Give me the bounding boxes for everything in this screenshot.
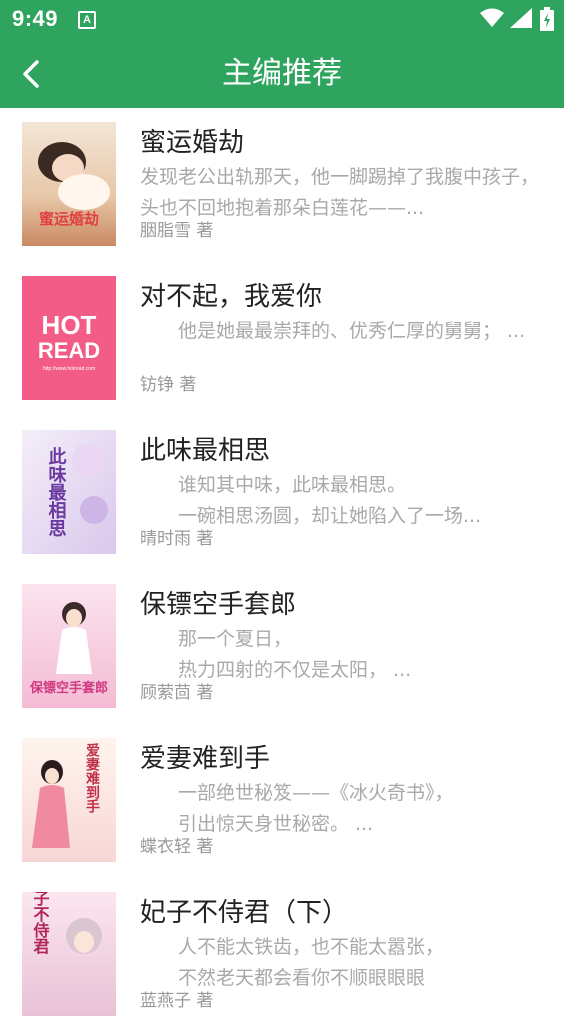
book-item[interactable]: 爱妻难到手 爱妻难到手 一部绝世秘笈——《冰火奇书》， 引出惊天身世秘密。 ..… (0, 724, 564, 878)
cover-title-text: 爱妻难到手 (84, 743, 101, 814)
status-time: 9:49 (12, 6, 59, 31)
book-cover: 保镖空手套郎 (22, 584, 116, 708)
book-cover: 蜜运婚劫 (22, 122, 116, 246)
cover-title-text: 妃子不侍君 (31, 892, 51, 955)
status-bar: 9:49 A (0, 0, 564, 40)
cover-title-text: 此味最相思 (46, 446, 67, 537)
book-author: 蓝燕子 著 (140, 991, 214, 1011)
book-item[interactable]: 蜜运婚劫 蜜运婚劫 发现老公出轨那天，他一脚踢掉了我腹中孩子，头也不回地抱着那朵… (0, 108, 564, 262)
book-author: 钫铮 著 (140, 375, 197, 395)
book-item[interactable]: HOT READ http://www.hotread.com 对不起，我爱你 … (0, 262, 564, 416)
cover-url-text: http://www.hotread.com (43, 366, 95, 372)
cover-title-text: 蜜运婚劫 (39, 210, 99, 228)
book-title: 妃子不侍君（下） (140, 898, 349, 928)
book-cover: 爱妻难到手 (22, 738, 116, 862)
book-author: 晴时雨 著 (140, 529, 214, 549)
book-item[interactable]: 保镖空手套郎 保镖空手套郎 那一个夏日， 热力四射的不仅是太阳， ... 顾萦茴… (0, 570, 564, 724)
book-author: 顾萦茴 著 (140, 683, 214, 703)
book-description: 他是她最最崇拜的、优秀仁厚的舅舅； ... (140, 320, 526, 342)
notification-a-icon: A (78, 11, 96, 29)
page-title: 主编推荐 (222, 56, 342, 91)
book-item[interactable]: 此味最相思 此味最相思 谁知其中味，此味最相思。 一碗相思汤圆，却让她陷入了一场… (0, 416, 564, 570)
book-title: 此味最相思 (140, 436, 271, 466)
book-description: 谁知其中味，此味最相思。 一碗相思汤圆，却让她陷入了一场... (178, 474, 482, 527)
cover-hot-text: HOT (42, 310, 97, 340)
wifi-icon (480, 8, 504, 32)
book-description: 人不能太铁齿，也不能太嚣张， 不然老天都会看你不顺眼眼眼 (178, 936, 445, 989)
signal-icon (510, 8, 532, 32)
book-author: 胭脂雪 著 (140, 221, 214, 241)
book-description: 发现老公出轨那天，他一脚踢掉了我腹中孩子，头也不回地抱着那朵白莲花——... (140, 166, 540, 219)
book-cover: HOT READ http://www.hotread.com (22, 276, 116, 400)
cover-read-text: READ (38, 338, 100, 363)
book-cover: 妃子不侍君 (22, 892, 116, 1016)
book-title: 保镖空手套郎 (140, 590, 297, 620)
book-description: 那一个夏日， 热力四射的不仅是太阳， ... (178, 628, 412, 681)
book-author: 蝶衣轻 著 (140, 837, 214, 857)
book-title: 爱妻难到手 (140, 744, 271, 774)
book-description: 一部绝世秘笈——《冰火奇书》， 引出惊天身世秘密。 ... (178, 782, 454, 835)
battery-icon (540, 7, 554, 35)
book-cover: 此味最相思 (22, 430, 116, 554)
app-bar: 主编推荐 (0, 40, 564, 108)
cover-title-text: 保镖空手套郎 (29, 680, 108, 696)
book-title: 蜜运婚劫 (140, 128, 245, 158)
book-title: 对不起，我爱你 (140, 282, 323, 312)
book-item[interactable]: 妃子不侍君 妃子不侍君（下） 人不能太铁齿，也不能太嚣张， 不然老天都会看你不顺… (0, 878, 564, 1032)
